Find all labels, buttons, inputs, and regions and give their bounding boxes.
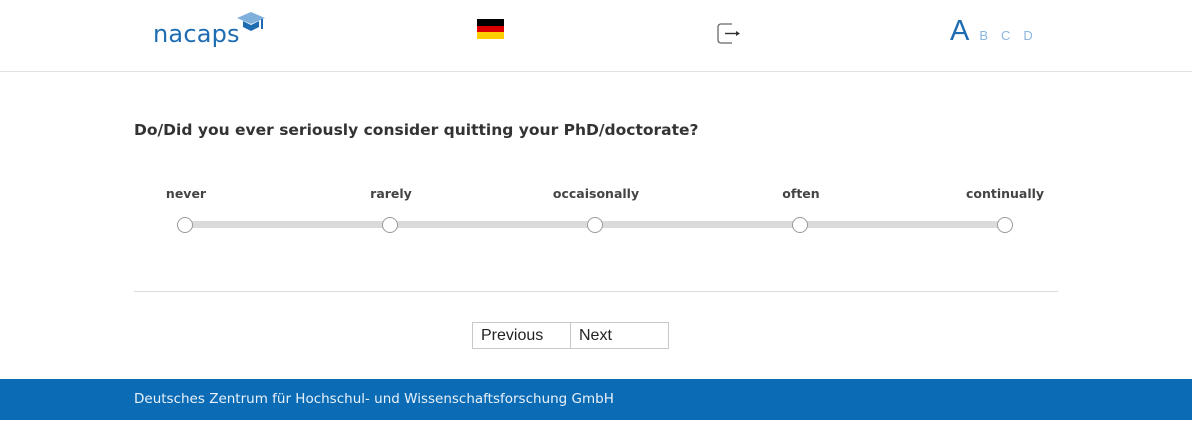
text-size-d[interactable]: D: [1023, 28, 1032, 43]
scale-option-continually[interactable]: [997, 217, 1013, 233]
text-size-a[interactable]: A: [950, 15, 969, 48]
text-size-c[interactable]: C: [1001, 28, 1010, 43]
text-size-b[interactable]: B: [979, 28, 988, 43]
graduation-cap-icon: [237, 12, 265, 31]
scale-option-occasionally[interactable]: [587, 217, 603, 233]
page-navigation: Previous Next: [472, 322, 669, 349]
logo-text: nacaps: [153, 20, 240, 48]
scale-label-never: never: [165, 186, 207, 201]
question-text: Do/Did you ever seriously consider quitt…: [134, 121, 699, 139]
scale-label-often: often: [782, 186, 820, 201]
previous-button[interactable]: Previous: [472, 322, 571, 349]
site-header: nacaps A B C D: [0, 0, 1192, 72]
scale-label-occasionally: occaisonally: [552, 186, 640, 201]
nacaps-logo[interactable]: nacaps: [153, 10, 283, 50]
flag-germany-icon[interactable]: [477, 19, 504, 40]
scale-label-continually: continually: [965, 186, 1045, 201]
next-button[interactable]: Next: [570, 322, 669, 349]
logout-icon[interactable]: [717, 23, 740, 44]
footer-text: Deutsches Zentrum für Hochschul- und Wis…: [134, 391, 614, 407]
scale-option-never[interactable]: [177, 217, 193, 233]
content-divider: [134, 291, 1058, 292]
text-size-selector: A B C D: [950, 15, 1046, 51]
scale-label-rarely: rarely: [370, 186, 412, 201]
site-footer: Deutsches Zentrum für Hochschul- und Wis…: [0, 379, 1192, 420]
scale-option-often[interactable]: [792, 217, 808, 233]
scale-option-rarely[interactable]: [382, 217, 398, 233]
